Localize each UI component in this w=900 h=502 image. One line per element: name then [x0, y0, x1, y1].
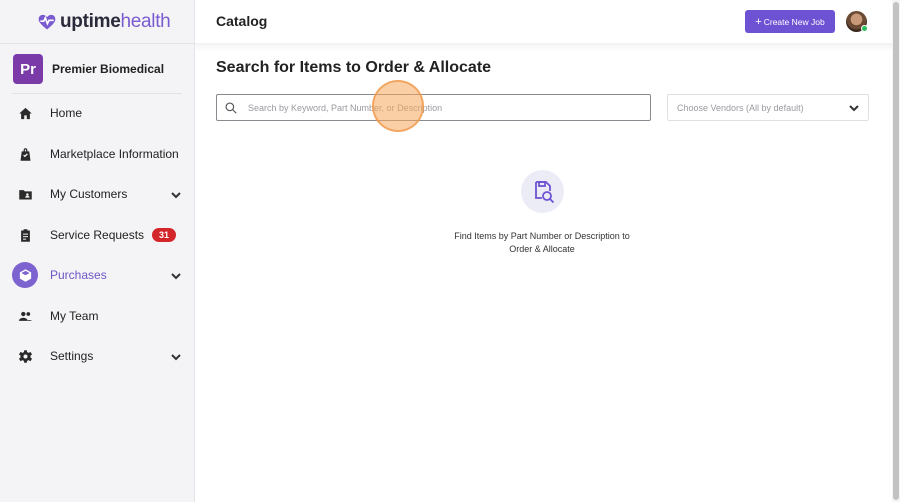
sidebar-item-label: Service Requests — [50, 228, 145, 242]
org-avatar: Pr — [13, 54, 43, 84]
service-requests-count-badge: 31 — [152, 228, 177, 242]
chevron-down-icon — [849, 104, 859, 111]
org-name: Premier Biomedical — [52, 62, 165, 76]
sidebar-item-label: Marketplace Information — [50, 147, 179, 161]
gear-icon — [12, 343, 38, 369]
create-new-job-label: Create New Job — [763, 16, 825, 27]
sidebar-divider — [0, 43, 195, 44]
sidebar-item-my-team[interactable]: My Team — [12, 301, 184, 331]
sidebar-item-marketplace-information[interactable]: Marketplace Information — [12, 139, 184, 169]
chevron-down-icon[interactable] — [170, 350, 182, 362]
people-icon — [12, 303, 38, 329]
create-new-job-button[interactable]: + Create New Job — [745, 10, 835, 33]
brand-name-part1: uptime — [60, 11, 121, 32]
catalog-search-icon — [521, 170, 564, 213]
search-input[interactable] — [248, 102, 638, 113]
sidebar-item-service-requests[interactable]: Service Requests 31 — [12, 220, 184, 250]
package-icon — [12, 262, 38, 288]
organization-switcher[interactable]: Pr Premier Biomedical — [13, 54, 164, 84]
chevron-down-icon[interactable] — [170, 188, 182, 200]
sidebar-item-label: Purchases — [50, 268, 107, 282]
search-icon — [225, 101, 237, 114]
brand-logo[interactable]: uptimehealth — [37, 10, 171, 34]
heart-pulse-logo-icon — [38, 14, 56, 30]
sidebar-item-purchases[interactable]: Purchases — [12, 260, 184, 290]
clipboard-icon — [12, 222, 38, 248]
vendor-select[interactable]: Choose Vendors (All by default) — [667, 94, 869, 121]
sidebar-divider — [12, 93, 182, 94]
sidebar-item-my-customers[interactable]: My Customers — [12, 179, 184, 209]
chevron-down-icon[interactable] — [170, 269, 182, 281]
sidebar-item-label: My Team — [50, 309, 99, 323]
brand-name-part2: health — [120, 11, 171, 32]
scrollbar-thumb[interactable] — [893, 2, 899, 500]
contacts-folder-icon — [12, 181, 38, 207]
sidebar-item-home[interactable]: Home — [12, 98, 184, 128]
empty-state-message: Find Items by Part Number or Description… — [437, 230, 647, 256]
empty-state-line1: Find Items by Part Number or Description… — [454, 231, 630, 241]
sidebar-item-settings[interactable]: Settings — [12, 341, 184, 371]
sidebar: uptimehealth Pr Premier Biomedical Home … — [0, 0, 195, 502]
sidebar-item-label: My Customers — [50, 187, 128, 201]
plus-icon: + — [755, 15, 762, 28]
sidebar-item-label: Settings — [50, 349, 94, 363]
sidebar-item-label: Home — [50, 106, 83, 120]
page-header-title: Catalog — [216, 13, 268, 29]
shopping-bag-icon — [12, 141, 38, 167]
empty-state-line2: Order & Allocate — [509, 244, 575, 254]
vendor-select-placeholder: Choose Vendors (All by default) — [677, 102, 804, 113]
header-shadow — [195, 43, 892, 51]
page-title: Search for Items to Order & Allocate — [216, 59, 492, 76]
online-status-dot — [861, 25, 868, 32]
home-icon — [12, 100, 38, 126]
search-box[interactable] — [216, 94, 651, 121]
